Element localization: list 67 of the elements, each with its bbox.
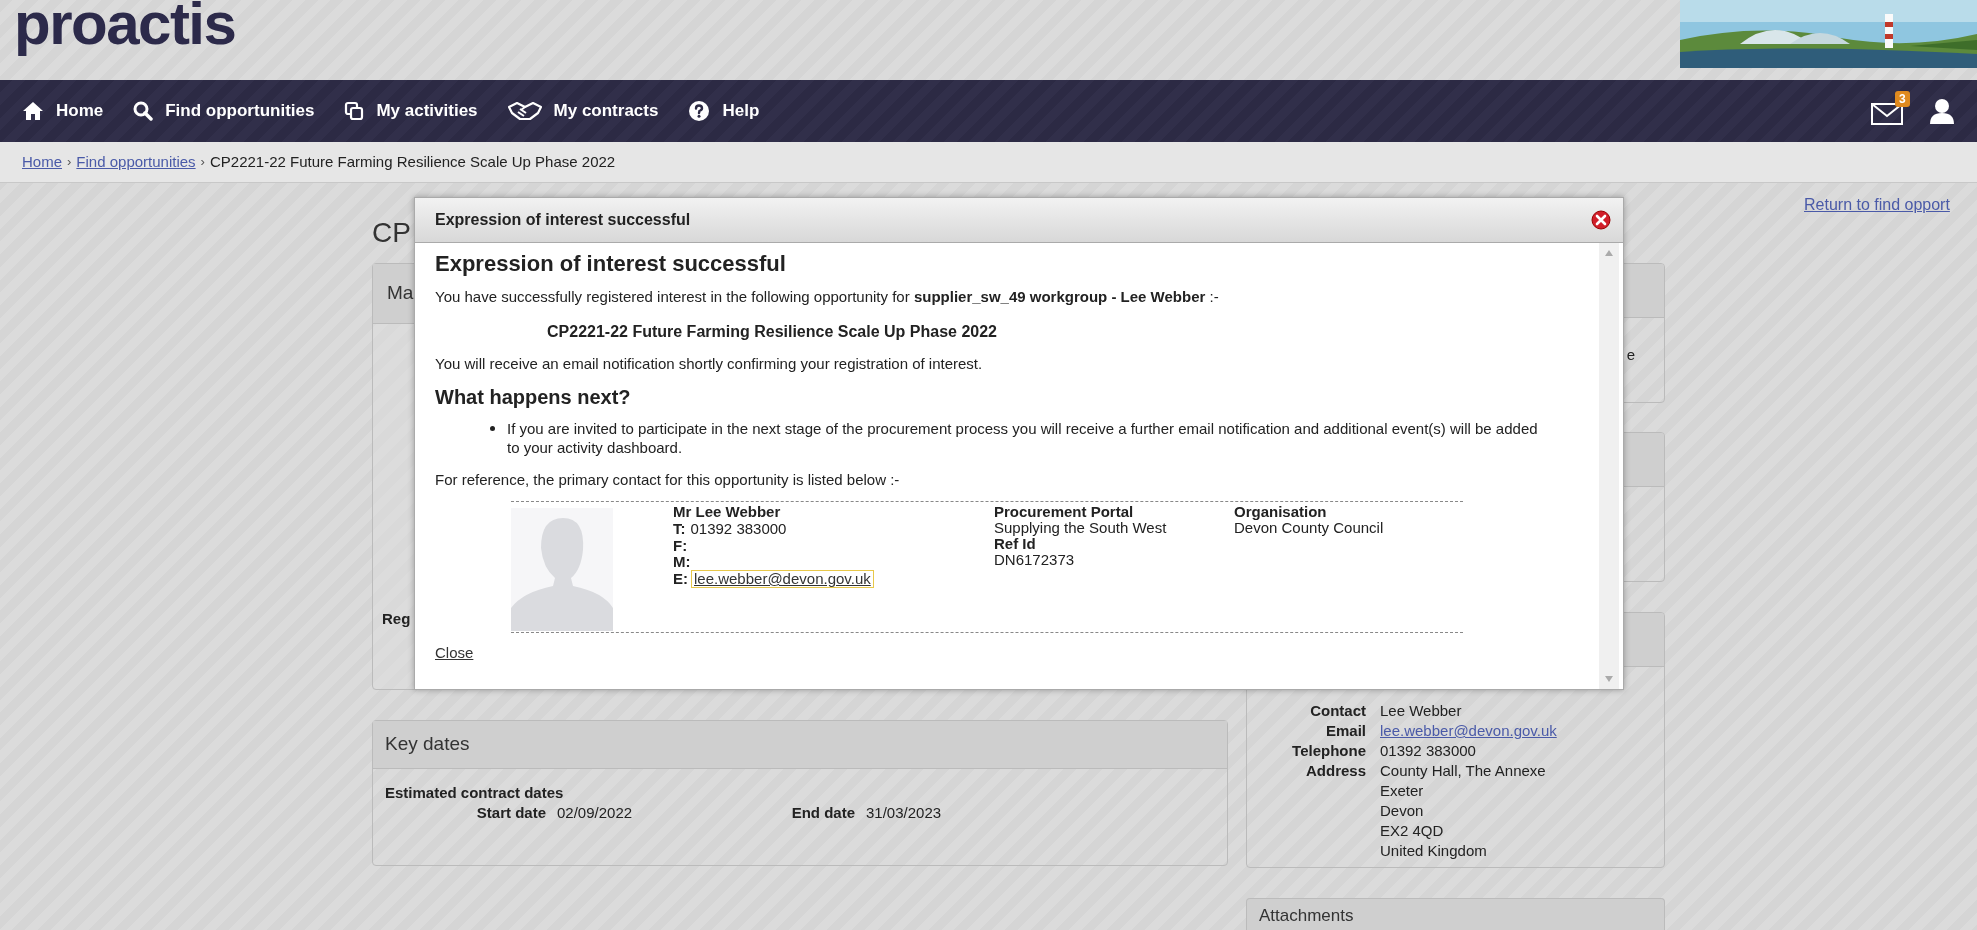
handshake-icon xyxy=(507,101,542,121)
field-label: Organisation xyxy=(1234,504,1327,520)
field-label: T: xyxy=(673,521,686,537)
field-value: EX2 4QD xyxy=(1380,821,1444,841)
field-label: Email xyxy=(1324,721,1366,741)
user-icon[interactable] xyxy=(1929,98,1955,124)
field-label: F: xyxy=(673,538,688,554)
panel-title: Attachments xyxy=(1259,906,1354,926)
section-heading: What happens next? xyxy=(435,385,631,410)
panel-title: Ma xyxy=(387,281,414,306)
bullet-icon xyxy=(490,426,495,431)
email-link[interactable]: lee.webber@devon.gov.uk xyxy=(1380,721,1557,741)
field-value: County Hall, The Annexe xyxy=(1380,761,1546,781)
dialog-title: Expression of interest successful xyxy=(435,210,691,230)
close-link[interactable]: Close xyxy=(435,643,474,662)
field-value: 31/03/2023 xyxy=(866,803,942,823)
field-label: Start date xyxy=(475,803,546,823)
opportunity-title: CP2221-22 Future Farming Resilience Scale Up Phase 2022 xyxy=(547,322,997,341)
notice-text: You will receive an email notification shortly confirming your registration of interest. xyxy=(435,354,983,373)
copy-icon xyxy=(344,101,365,121)
section-label: Estimated contract dates xyxy=(385,783,564,803)
field-label: M: xyxy=(673,554,691,570)
breadcrumb-separator: › xyxy=(200,153,205,172)
field-value: Lee Webber xyxy=(1380,701,1462,721)
page-title: CP xyxy=(372,216,411,250)
field-value: 01392 383000 xyxy=(1380,741,1476,761)
message-count-badge: 3 xyxy=(1895,91,1910,107)
field-label: Procurement Portal xyxy=(994,504,1134,520)
intro-text: You have successfully registered interest in the following opportunity for supplier_sw_49 workgroup - Lee Webber :- xyxy=(435,287,1219,306)
reference-text: For reference, the primary contact for this opportunity is listed below :- xyxy=(435,470,900,489)
field-value: 01392 383000 xyxy=(689,520,788,538)
field-value: 02/09/2022 xyxy=(557,803,634,823)
dialog-heading: Expression of interest successful xyxy=(435,250,786,278)
return-link[interactable]: Return to find opport xyxy=(1804,196,1950,213)
field-label: Telephone xyxy=(1291,741,1366,761)
nav-item[interactable]: My activities xyxy=(344,98,478,124)
field-label: E: xyxy=(673,571,688,587)
field-label: Ref Id xyxy=(994,536,1036,552)
nav-item[interactable]: Home xyxy=(22,98,104,124)
field-label: Reg xyxy=(382,610,411,627)
breadcrumb-link[interactable]: Home xyxy=(22,150,62,174)
breadcrumb-current: CP2221-22 Future Farming Resilience Scale Up Phase 2022 xyxy=(209,151,616,172)
field-value: Devon County Council xyxy=(1234,520,1384,536)
nav-item[interactable]: My contracts xyxy=(507,98,659,124)
home-icon xyxy=(22,101,44,121)
panel-title: Key dates xyxy=(385,732,470,757)
field-label: End date xyxy=(790,803,855,823)
close-icon[interactable] xyxy=(1591,210,1611,230)
panel-text: e xyxy=(1626,345,1635,365)
email-link[interactable]: lee.webber@devon.gov.uk xyxy=(691,570,874,588)
field-value: Supplying the South West xyxy=(994,520,1167,536)
breadcrumb-link[interactable]: Find opportunities xyxy=(76,150,196,174)
search-icon xyxy=(133,101,154,121)
mail-icon[interactable] xyxy=(1871,103,1903,125)
contact-name: Mr Lee Webber xyxy=(673,504,781,520)
bullet-text: If you are invited to participate in the next stage of the procurement process you will receive a further email notification and additional event(s) will be added to your activity dashboard. xyxy=(507,419,1539,457)
field-value: Devon xyxy=(1380,801,1424,821)
field-value: Exeter xyxy=(1380,781,1424,801)
nav-item[interactable]: Help xyxy=(688,98,760,124)
help-icon xyxy=(688,100,711,122)
breadcrumb-separator: › xyxy=(67,153,72,172)
nav-item[interactable]: Find opportunities xyxy=(133,98,315,124)
logo: proactis xyxy=(14,0,236,54)
field-label: Address xyxy=(1304,761,1366,781)
field-label: Contact xyxy=(1309,701,1366,721)
field-value: DN6172373 xyxy=(994,552,1075,568)
field-value: United Kingdom xyxy=(1380,841,1487,861)
